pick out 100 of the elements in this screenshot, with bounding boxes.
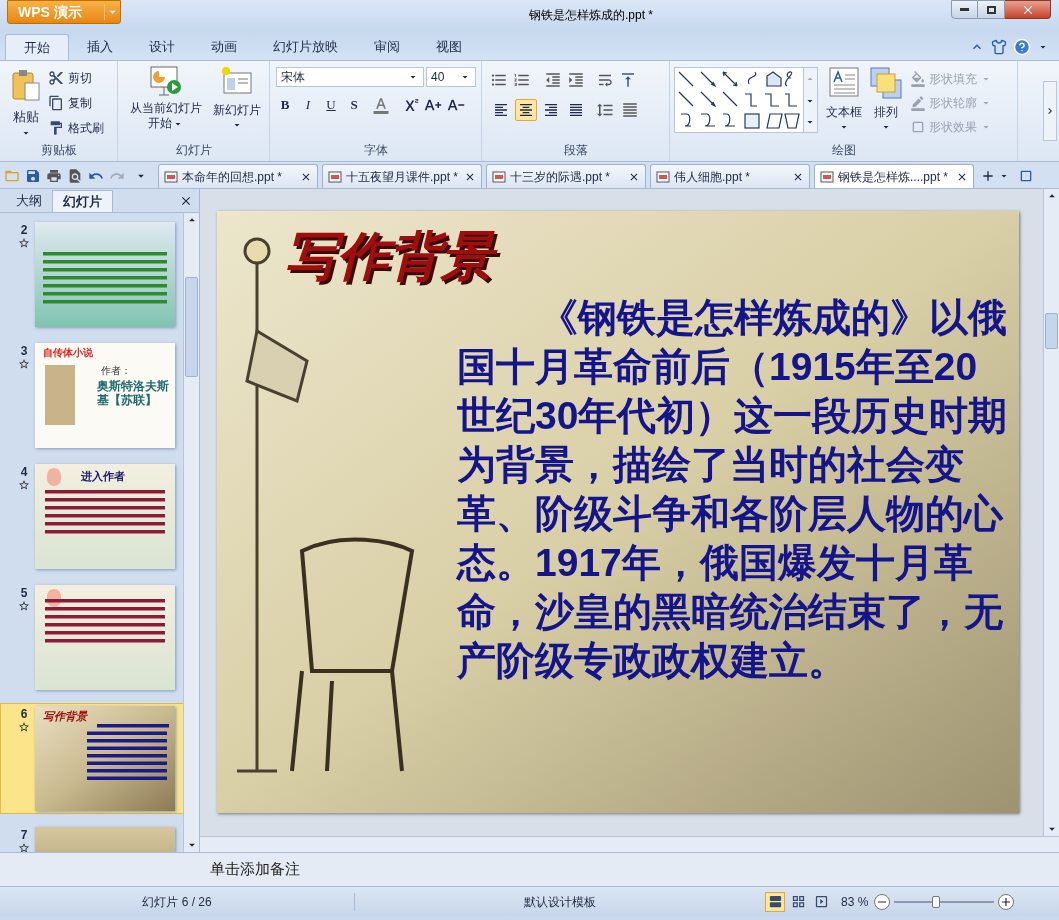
horizontal-scrollbar[interactable]	[200, 836, 1059, 852]
menu-tab[interactable]: 审阅	[356, 34, 418, 60]
text-style-button[interactable]: S	[345, 95, 363, 115]
slide-thumbnail[interactable]: 写作背景	[35, 706, 175, 811]
play-from-current-button[interactable]: 从当前幻灯片 开始	[122, 65, 210, 131]
slide-number: 6	[20, 707, 28, 721]
menu-tab[interactable]: 动画	[193, 34, 255, 60]
slide-number: 5	[20, 586, 28, 600]
presentation-file-icon	[492, 169, 506, 184]
view-button[interactable]	[765, 891, 785, 912]
line-spacing-icon[interactable]	[596, 101, 614, 119]
clipboard-button[interactable]: 复制	[48, 92, 104, 114]
group-label: 段落	[563, 142, 588, 159]
panel-tab[interactable]: 大纲	[6, 190, 52, 212]
menu-tab[interactable]: 视图	[418, 34, 480, 60]
slide-number: 2	[20, 223, 28, 237]
star-icon	[18, 721, 30, 733]
font-color-icon[interactable]	[372, 95, 390, 114]
slide-number: 7	[20, 828, 28, 842]
menu-tab[interactable]: 幻灯片放映	[255, 34, 356, 60]
close-button[interactable]	[1005, 0, 1051, 19]
save-icon[interactable]	[25, 168, 41, 184]
thumbnail-text: 作者：	[101, 364, 131, 378]
menu-tab[interactable]: 开始	[5, 34, 69, 60]
paste-button[interactable]: 粘贴	[4, 65, 48, 139]
zoom-slider[interactable]	[894, 895, 995, 908]
slide-number: 3	[20, 344, 28, 358]
align-center-icon	[518, 102, 534, 118]
text-box-button[interactable]: 文本框	[826, 67, 862, 137]
arrange-button[interactable]: 排列	[870, 67, 902, 137]
menu-tab[interactable]: 插入	[69, 34, 131, 60]
justify-icon	[568, 102, 584, 118]
slide-body-text: 《钢铁是怎样炼成的》以俄国十月革命前后（1915年至20世纪30年代初）这一段历史时期为背景，描绘了当时的社会变革、阶级斗争和各阶层人物的心态。1917年，俄国爆发十月革命，沙皇的黑暗统治结束了，无产阶级专政政权建立。	[457, 295, 1009, 684]
font-size-dropdown[interactable]: 40	[426, 67, 476, 87]
document-tab[interactable]: 本命年的回想.ppt *	[158, 164, 318, 188]
star-icon	[18, 237, 30, 249]
notes-field[interactable]: 单击添加备注	[210, 858, 300, 881]
zoom-slider-thumb[interactable]	[932, 895, 941, 908]
vertical-scrollbar[interactable]	[1043, 189, 1059, 836]
slide-thumbnail[interactable]: 进入作者	[35, 464, 175, 569]
copy-icon	[48, 95, 64, 111]
align-button[interactable]	[515, 99, 537, 121]
star-icon	[18, 842, 30, 852]
group-label: 剪贴板	[40, 142, 77, 159]
skin-icon[interactable]	[991, 39, 1007, 55]
book-cover-placeholder	[45, 365, 75, 425]
star-icon	[18, 600, 30, 612]
text-style-button[interactable]: I	[299, 95, 317, 115]
paint-bucket-icon	[910, 71, 926, 87]
font-name-dropdown[interactable]: 宋体	[276, 67, 424, 87]
slide-counter: 幻灯片 6 / 26	[0, 892, 355, 911]
minimize-button[interactable]	[951, 0, 978, 19]
close-panel-icon[interactable]	[179, 194, 193, 208]
align-left-icon	[493, 102, 509, 118]
text-box-icon	[829, 67, 859, 97]
menu-tab[interactable]: 设计	[131, 34, 193, 60]
clipboard-icon	[11, 69, 41, 101]
presentation-file-icon	[656, 169, 670, 184]
clipboard-button[interactable]: 剪切	[48, 67, 104, 89]
window-layout-icon[interactable]	[1018, 168, 1034, 184]
document-tab[interactable]: 钢铁是怎样炼....ppt *	[814, 164, 974, 188]
clipboard-button[interactable]: 格式刷	[48, 117, 104, 139]
scroll-thumb[interactable]	[185, 277, 198, 377]
document-tab[interactable]: 十三岁的际遇.ppt *	[486, 164, 646, 188]
slide-thumbnail[interactable]	[35, 585, 175, 690]
star-icon	[18, 358, 30, 370]
increase-indent-icon[interactable]	[567, 71, 585, 89]
text-style-button[interactable]: U	[322, 95, 340, 115]
paragraph-spacing-icon[interactable]	[621, 101, 639, 119]
thumbnail-text: 奥斯特洛夫斯基【苏联】	[97, 379, 170, 407]
star-icon	[18, 479, 30, 491]
presentation-file-icon	[164, 169, 178, 184]
zoom-out-icon[interactable]	[874, 893, 891, 910]
new-slide-icon	[221, 65, 254, 97]
print-icon[interactable]	[46, 168, 62, 184]
vertical-scrollbar[interactable]	[183, 213, 199, 852]
scissors-icon	[48, 70, 64, 86]
group-label: 幻灯片	[175, 142, 212, 159]
document-tab[interactable]: 伟人细胞.ppt *	[650, 164, 810, 188]
scroll-thumb[interactable]	[1045, 313, 1058, 349]
template-name: 默认设计模板	[523, 893, 597, 911]
help-icon[interactable]	[1013, 38, 1031, 56]
slide-thumbnail[interactable]: 自传体小说 作者： 奥斯特洛夫斯基【苏联】	[35, 343, 175, 448]
balloon-icon	[47, 468, 61, 486]
print-preview-icon[interactable]	[67, 168, 83, 184]
thumbnail-title: 进入作者	[81, 469, 125, 484]
zoom-in-icon[interactable]	[998, 893, 1015, 910]
slide-number: 4	[20, 465, 28, 479]
decrease-indent-icon[interactable]	[544, 71, 562, 89]
align-text-icon[interactable]	[619, 71, 637, 89]
slide-thumbnail[interactable]	[35, 222, 175, 327]
new-slide-button[interactable]: 新幻灯片	[209, 65, 265, 131]
document-tab[interactable]: 十五夜望月课件.ppt *	[322, 164, 482, 188]
text-style-button[interactable]: B	[276, 95, 294, 115]
zoom-percent: 83 %	[841, 893, 869, 911]
maximize-button[interactable]	[978, 0, 1005, 19]
slide-title: 写作背景	[285, 225, 505, 291]
numbering-icon[interactable]	[513, 71, 531, 89]
new-tab-icon[interactable]	[980, 168, 996, 184]
panel-tab[interactable]: 幻灯片	[52, 190, 113, 212]
